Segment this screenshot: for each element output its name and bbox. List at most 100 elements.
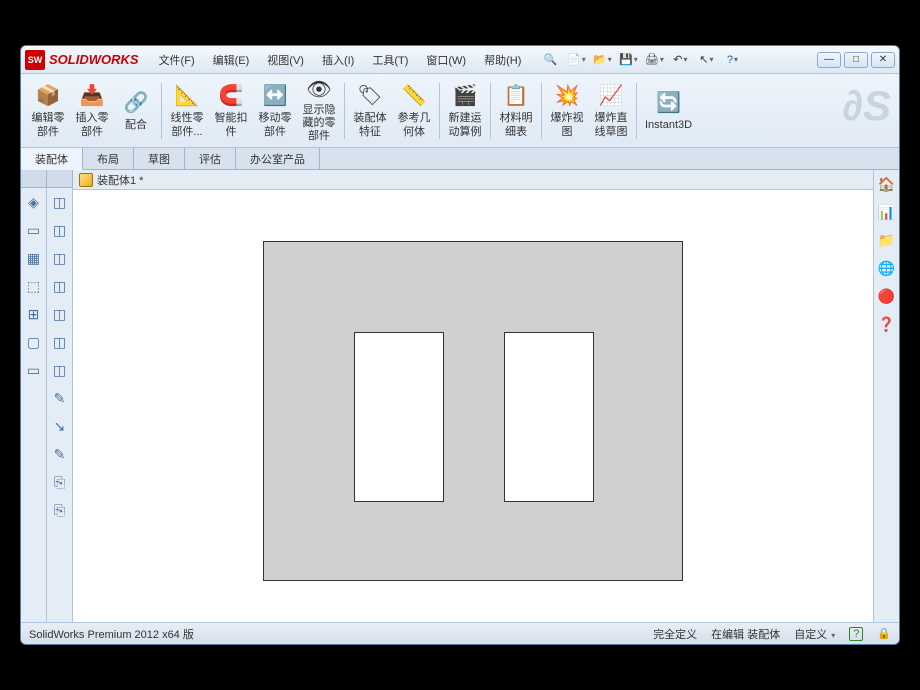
ribbon-motion-study[interactable]: 🎬新建运 动算例	[444, 78, 486, 144]
mate-icon: 🔗	[122, 89, 150, 117]
move-component-icon: ↔️	[261, 82, 289, 110]
tab-assembly[interactable]: 装配体	[21, 148, 83, 170]
graphics-viewport[interactable]	[73, 190, 873, 622]
lbar-icon[interactable]: ◈	[24, 192, 44, 212]
exploded-view-icon: 💥	[553, 82, 581, 110]
view-palette-icon[interactable]: 🌐	[877, 258, 897, 278]
lbar-icon[interactable]: ◫	[50, 304, 70, 324]
ribbon-edit-component[interactable]: 📦编辑零 部件	[27, 78, 69, 144]
ribbon-assembly-features[interactable]: 🏷装配体 特征	[349, 78, 391, 144]
lbar-icon[interactable]: ✎	[50, 388, 70, 408]
titlebar: SW SOLIDWORKS 文件(F) 编辑(E) 视图(V) 插入(I) 工具…	[21, 46, 899, 74]
new-icon[interactable]: 📄▾	[565, 50, 587, 70]
ribbon-show-hidden[interactable]: 👁显示隐 藏的零 部件	[298, 78, 340, 144]
select-icon[interactable]: ↖▾	[695, 50, 717, 70]
lbar-icon[interactable]: ⎘	[50, 472, 70, 492]
lbar-icon[interactable]: ◫	[50, 220, 70, 240]
menu-insert[interactable]: 插入(I)	[314, 49, 362, 71]
ribbon-separator	[541, 83, 542, 139]
ribbon-separator	[490, 83, 491, 139]
lbar-icon[interactable]: ✎	[50, 444, 70, 464]
open-icon[interactable]: 📂▾	[591, 50, 613, 70]
left-tab-1[interactable]	[21, 170, 47, 187]
search-icon[interactable]: 🔍	[539, 50, 561, 70]
assembly-cube-icon	[79, 173, 93, 187]
appearances-icon[interactable]: 🔴	[877, 286, 897, 306]
ribbon-bom[interactable]: 📋材料明 细表	[495, 78, 537, 144]
ribbon-mate[interactable]: 🔗配合	[115, 78, 157, 144]
menu-window[interactable]: 窗口(W)	[418, 49, 474, 71]
menu-help[interactable]: 帮助(H)	[476, 49, 529, 71]
assembly-features-icon: 🏷	[356, 82, 384, 110]
tab-office[interactable]: 办公室产品	[236, 148, 320, 169]
undo-icon[interactable]: ↶▾	[669, 50, 691, 70]
lbar-icon[interactable]: ⬚	[24, 276, 44, 296]
window-controls: — □ ✕	[817, 52, 895, 68]
instant3d-icon: 🔄	[655, 89, 683, 117]
lbar-icon[interactable]: ◫	[50, 192, 70, 212]
ribbon-linear-pattern[interactable]: 📐线性零 部件...	[166, 78, 208, 144]
status-help-icon[interactable]: ?	[849, 627, 863, 641]
ribbon-move-component[interactable]: ↔️移动零 部件	[254, 78, 296, 144]
menu-edit[interactable]: 编辑(E)	[205, 49, 258, 71]
brand-text: SOLIDWORKS	[49, 52, 139, 67]
lbar-icon[interactable]: ▭	[24, 360, 44, 380]
bom-icon: 📋	[502, 82, 530, 110]
model-hole-right	[504, 332, 594, 502]
maximize-button[interactable]: □	[844, 52, 868, 68]
lbar-icon[interactable]: ◫	[50, 276, 70, 296]
lbar-icon[interactable]: ◫	[50, 360, 70, 380]
edit-component-icon: 📦	[34, 82, 62, 110]
command-tabbar: 装配体 布局 草图 评估 办公室产品	[21, 148, 899, 170]
main-area: 装配体1 * 🔍 🔍 ✋ 🔄 📦 ⬜ 📷 🎨 🔵 ⚙	[73, 170, 873, 622]
custom-props-icon[interactable]: ❓	[877, 314, 897, 334]
ribbon-explode-line[interactable]: 📈爆炸直 线草图	[590, 78, 632, 144]
smart-fasteners-icon: 🧲	[217, 82, 245, 110]
ribbon-reference-geometry[interactable]: 📏参考几 何体	[393, 78, 435, 144]
lbar-icon[interactable]: ↘	[50, 416, 70, 436]
menu-view[interactable]: 视图(V)	[259, 49, 312, 71]
menu-tools[interactable]: 工具(T)	[364, 49, 416, 71]
model-hole-left	[354, 332, 444, 502]
left-tab-2[interactable]	[47, 170, 73, 187]
status-custom[interactable]: 自定义 ▾	[794, 626, 835, 642]
tab-layout[interactable]: 布局	[83, 148, 134, 169]
ribbon-exploded-view[interactable]: 💥爆炸视 图	[546, 78, 588, 144]
design-library-icon[interactable]: 📊	[877, 202, 897, 222]
ribbon-instant3d[interactable]: 🔄Instant3D	[641, 78, 696, 144]
tab-sketch[interactable]: 草图	[134, 148, 185, 169]
status-lock-icon[interactable]: 🔒	[877, 627, 891, 640]
app-logo-icon: SW	[25, 50, 45, 70]
ribbon-smart-fasteners[interactable]: 🧲智能扣 件	[210, 78, 252, 144]
ribbon-separator	[636, 83, 637, 139]
lbar-icon[interactable]: ▦	[24, 248, 44, 268]
home-icon[interactable]: 🏠	[877, 174, 897, 194]
motion-study-icon: 🎬	[451, 82, 479, 110]
file-explorer-icon[interactable]: 📁	[877, 230, 897, 250]
lbar-icon[interactable]: ▭	[24, 220, 44, 240]
menu-file[interactable]: 文件(F)	[151, 49, 203, 71]
tab-evaluate[interactable]: 评估	[185, 148, 236, 169]
lbar-icon[interactable]: ▢	[24, 332, 44, 352]
app-window: SW SOLIDWORKS 文件(F) 编辑(E) 视图(V) 插入(I) 工具…	[20, 45, 900, 645]
model-plate	[263, 241, 683, 581]
lbar-icon[interactable]: ⎘	[50, 500, 70, 520]
ribbon: 📦编辑零 部件 📥插入零 部件 🔗配合 📐线性零 部件... 🧲智能扣 件 ↔️…	[21, 74, 899, 148]
ribbon-insert-component[interactable]: 📥插入零 部件	[71, 78, 113, 144]
lbar-icon[interactable]: ◫	[50, 248, 70, 268]
close-button[interactable]: ✕	[871, 52, 895, 68]
linear-pattern-icon: 📐	[173, 82, 201, 110]
print-icon[interactable]: 🖨▾	[643, 50, 665, 70]
ribbon-separator	[161, 83, 162, 139]
save-icon[interactable]: 💾▾	[617, 50, 639, 70]
feature-bar-b: ◫ ◫ ◫ ◫ ◫ ◫ ◫ ✎ ↘ ✎ ⎘ ⎘	[47, 188, 73, 622]
lbar-icon[interactable]: ⊞	[24, 304, 44, 324]
task-pane: 🏠 📊 📁 🌐 🔴 ❓	[873, 170, 899, 622]
menu-bar: 文件(F) 编辑(E) 视图(V) 插入(I) 工具(T) 窗口(W) 帮助(H…	[151, 49, 530, 71]
lbar-icon[interactable]: ◫	[50, 332, 70, 352]
show-hidden-icon: 👁	[305, 78, 333, 102]
explode-line-icon: 📈	[597, 82, 625, 110]
minimize-button[interactable]: —	[817, 52, 841, 68]
status-bar: SolidWorks Premium 2012 x64 版 完全定义 在编辑 装…	[21, 622, 899, 644]
help-icon[interactable]: ?▾	[721, 50, 743, 70]
